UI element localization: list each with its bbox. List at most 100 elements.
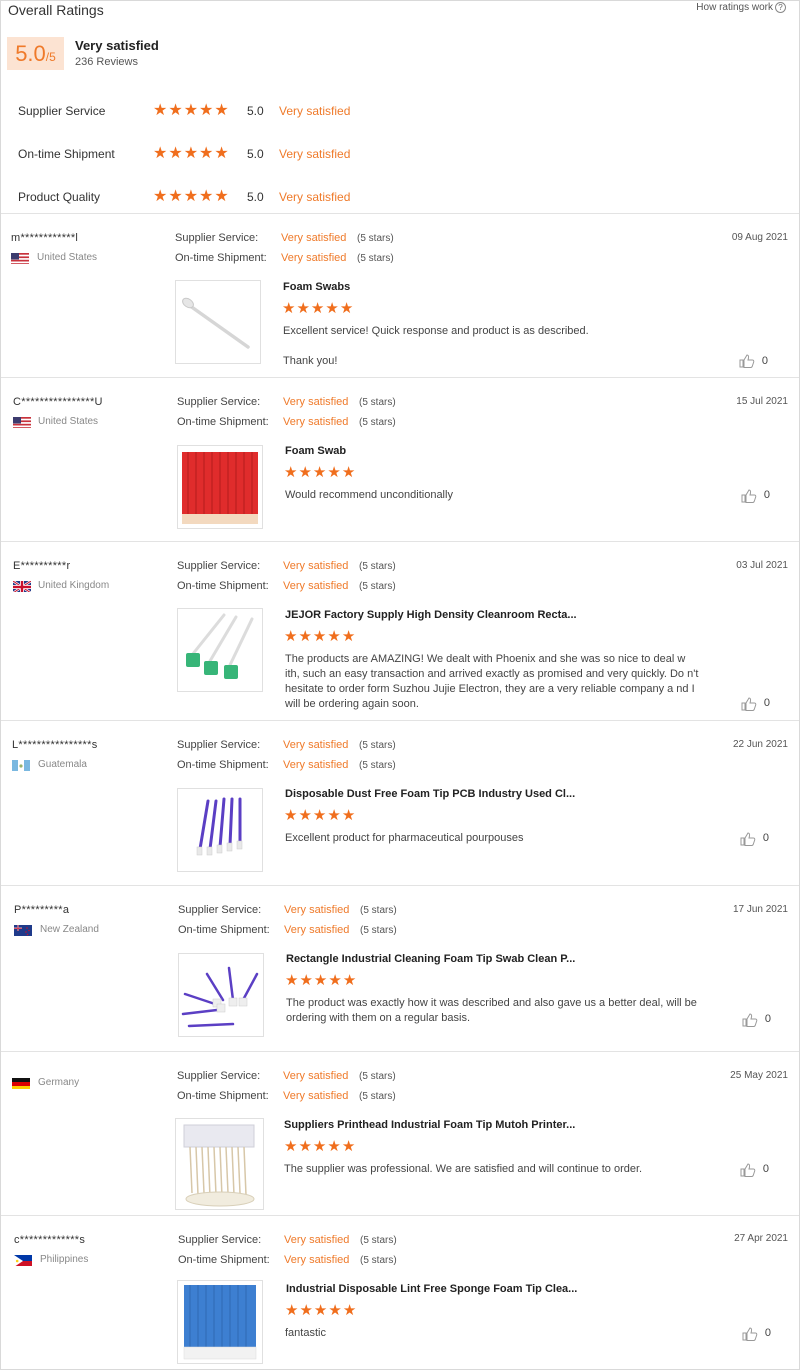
star-icon: ★	[284, 464, 298, 481]
supplier-service-stars: (5 stars)	[359, 740, 396, 751]
star-icon: ★	[296, 300, 310, 317]
star-icon: ★	[299, 972, 313, 989]
on-time-shipment-stars: (5 stars)	[359, 417, 396, 428]
category-label: Very satisfied	[279, 190, 351, 204]
review-comment: fantastic	[285, 1327, 326, 1339]
like-count: 0	[761, 355, 768, 367]
star-icon: ★	[339, 300, 354, 317]
on-time-shipment-stars: (5 stars)	[357, 253, 394, 264]
product-title[interactable]: Rectangle Industrial Cleaning Foam Tip S…	[286, 953, 575, 965]
reviewer-name: C****************U	[13, 396, 103, 408]
how-ratings-work-link[interactable]: How ratings work	[696, 2, 773, 13]
category-stars: ★★★★★	[153, 102, 230, 120]
review-comment: Would recommend unconditionally	[285, 489, 453, 501]
thumbs-up-icon[interactable]	[741, 697, 757, 711]
thumbs-up-icon[interactable]	[740, 1163, 756, 1177]
star-icon: ★	[282, 300, 296, 317]
product-title[interactable]: Industrial Disposable Lint Free Sponge F…	[286, 1283, 577, 1295]
star-icon: ★	[313, 1302, 328, 1319]
reviewer-country: Philippines	[40, 1254, 89, 1265]
supplier-service-value: Very satisfied	[284, 1234, 350, 1246]
star-icon: ★	[328, 972, 342, 989]
supplier-service-label: Supplier Service:	[178, 904, 262, 916]
review-comment: The supplier was professional. We are sa…	[284, 1163, 643, 1175]
category-name: Product Quality	[18, 190, 101, 204]
product-thumbnail[interactable]	[175, 280, 261, 364]
product-thumbnail[interactable]	[175, 1118, 264, 1210]
product-title[interactable]: Disposable Dust Free Foam Tip PCB Indust…	[285, 788, 575, 800]
reviewer-name: c*************s	[14, 1234, 86, 1246]
category-score: 5.0	[247, 147, 264, 161]
product-thumbnail[interactable]	[177, 1280, 263, 1364]
star-icon: ★	[341, 807, 356, 824]
germany-flag-icon	[12, 1077, 30, 1089]
supplier-service-stars: (5 stars)	[359, 1071, 396, 1082]
review-item: m************l United States Supplier Se…	[1, 213, 799, 378]
reviewer-country: Guatemala	[38, 759, 87, 770]
like-count: 0	[763, 697, 770, 709]
product-title[interactable]: JEJOR Factory Supply High Density Cleanr…	[285, 609, 577, 621]
star-icon: ★	[328, 1302, 342, 1319]
review-comment: Excellent service! Quick response and pr…	[283, 325, 589, 337]
supplier-service-stars: (5 stars)	[360, 905, 397, 916]
star-icon: ★	[183, 145, 199, 162]
reviewer-country: New Zealand	[40, 924, 99, 935]
supplier-service-value: Very satisfied	[283, 560, 349, 572]
reviewer-country: United States	[37, 252, 98, 263]
supplier-service-value: Very satisfied	[283, 1070, 349, 1082]
star-icon: ★	[153, 145, 168, 162]
thumbs-up-icon[interactable]	[739, 354, 755, 368]
on-time-shipment-stars: (5 stars)	[359, 581, 396, 592]
star-icon: ★	[284, 1138, 298, 1155]
guatemala-flag-icon	[12, 759, 30, 771]
on-time-shipment-label: On-time Shipment:	[178, 1254, 270, 1266]
product-thumbnail[interactable]	[178, 953, 264, 1037]
supplier-service-value: Very satisfied	[283, 396, 349, 408]
thumbs-up-icon[interactable]	[742, 1013, 758, 1027]
on-time-shipment-value: Very satisfied	[281, 252, 347, 264]
reviewer-name: L****************s	[12, 739, 98, 751]
star-icon: ★	[199, 145, 214, 162]
review-date: 27 Apr 2021	[734, 1233, 788, 1244]
supplier-service-label: Supplier Service:	[177, 396, 261, 408]
product-title[interactable]: Foam Swab	[285, 445, 346, 457]
thumbs-up-icon[interactable]	[740, 832, 756, 846]
star-icon: ★	[298, 807, 312, 824]
like-count: 0	[763, 489, 770, 501]
product-thumbnail[interactable]	[177, 788, 263, 872]
review-comment: Excellent product for pharmaceutical pou…	[285, 832, 524, 844]
star-icon: ★	[313, 972, 328, 989]
product-thumbnail[interactable]	[177, 608, 263, 692]
on-time-shipment-value: Very satisfied	[283, 1090, 349, 1102]
supplier-service-label: Supplier Service:	[178, 1234, 262, 1246]
product-title[interactable]: Suppliers Printhead Industrial Foam Tip …	[284, 1119, 575, 1131]
reviewer-country: Germany	[38, 1077, 80, 1088]
star-icon: ★	[214, 188, 229, 205]
category-stars: ★★★★★	[153, 145, 230, 163]
overall-score-badge: 5.0/5	[7, 37, 64, 70]
star-icon: ★	[284, 807, 298, 824]
star-icon: ★	[285, 1302, 299, 1319]
review-stars: ★★★★★	[285, 1302, 357, 1320]
star-icon: ★	[298, 1138, 312, 1155]
on-time-shipment-label: On-time Shipment:	[177, 759, 269, 771]
thumbs-up-icon[interactable]	[741, 489, 757, 503]
supplier-service-label: Supplier Service:	[177, 1070, 261, 1082]
on-time-shipment-label: On-time Shipment:	[175, 252, 267, 264]
product-title[interactable]: Foam Swabs	[283, 281, 350, 293]
on-time-shipment-stars: (5 stars)	[360, 1255, 397, 1266]
help-circle-icon[interactable]: ?	[775, 2, 786, 13]
review-stars: ★★★★★	[284, 628, 356, 646]
product-thumbnail[interactable]	[177, 445, 263, 529]
review-comment: The products are AMAZING! We dealt with …	[285, 653, 699, 710]
review-stars: ★★★★★	[284, 807, 356, 825]
supplier-service-label: Supplier Service:	[177, 560, 261, 572]
on-time-shipment-label: On-time Shipment:	[177, 1090, 269, 1102]
category-row-product-quality: Product Quality ★★★★★ 5.0 Very satisfied	[1, 188, 401, 208]
star-icon: ★	[327, 1138, 341, 1155]
review-item: C****************U United States Supplie…	[1, 377, 799, 542]
review-stars: ★★★★★	[284, 1138, 356, 1156]
star-icon: ★	[199, 188, 214, 205]
like-count: 0	[764, 1327, 771, 1339]
thumbs-up-icon[interactable]	[742, 1327, 758, 1341]
